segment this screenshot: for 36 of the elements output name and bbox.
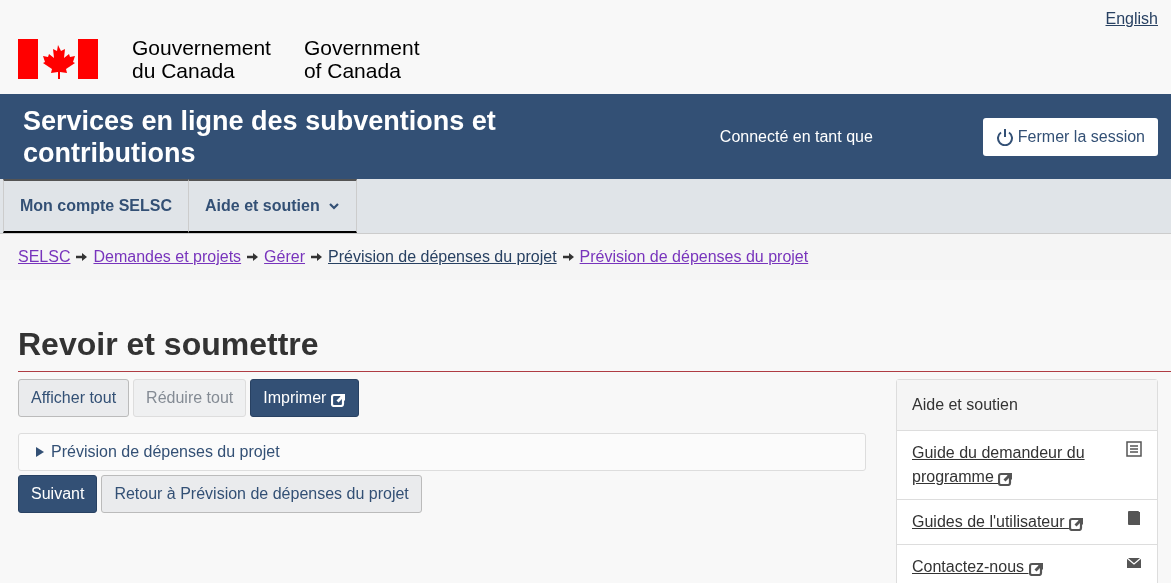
- toolbar-button[interactable]: Afficher tout: [18, 379, 130, 418]
- action-button[interactable]: Retour à Prévision de dépenses du projet: [101, 475, 422, 514]
- help-link[interactable]: Guides de l'utilisateur: [912, 510, 1092, 535]
- power-icon: [995, 127, 1014, 146]
- external-link-icon: [998, 470, 1014, 486]
- action-button[interactable]: Suivant: [18, 475, 98, 514]
- breadcrumb-link[interactable]: SELSC: [18, 245, 71, 269]
- signature-text: Government of Canada: [303, 36, 420, 82]
- caret-right-icon: [35, 447, 45, 458]
- arrow-right-icon: [76, 252, 88, 262]
- external-link-icon: [1068, 515, 1084, 531]
- signed-in-text: Connecté en tant que: [719, 126, 873, 147]
- list-icon: [1126, 441, 1142, 458]
- breadcrumb-link[interactable]: Demandes et projets: [93, 245, 242, 269]
- chevron-down-icon: [327, 201, 340, 211]
- breadcrumb-link[interactable]: Prévision de dépenses du projet: [328, 245, 557, 269]
- language-link[interactable]: English: [1105, 7, 1158, 31]
- arrow-right-icon: [562, 252, 574, 262]
- arrow-right-icon: [311, 252, 322, 262]
- breadcrumb-link[interactable]: Gérer: [264, 245, 305, 269]
- site-title: Services en ligne des subventions et contributions: [23, 104, 497, 169]
- section-toggle[interactable]: Prévision de dépenses du projet: [18, 433, 866, 472]
- help-link[interactable]: Guide du demandeur du programme: [912, 441, 1092, 490]
- breadcrumb-link[interactable]: Prévision de dépenses du projet: [579, 245, 809, 269]
- toolbar-button[interactable]: Imprimer: [250, 379, 359, 418]
- panel-title: Aide et soutien: [897, 380, 1157, 432]
- flag-icon: [18, 39, 98, 79]
- signature-text: Gouvernement du Canada: [132, 36, 271, 82]
- external-link-icon: [330, 391, 346, 407]
- arrow-right-icon: [247, 252, 259, 262]
- help-link[interactable]: Contactez-nous: [912, 555, 1092, 580]
- external-link-icon: [1028, 560, 1044, 576]
- logout-button[interactable]: Fermer la session: [982, 117, 1158, 156]
- book-icon: [1126, 510, 1142, 527]
- section-title: Prévision de dépenses du projet: [51, 442, 280, 463]
- page-title: Revoir et soumettre: [18, 325, 1171, 373]
